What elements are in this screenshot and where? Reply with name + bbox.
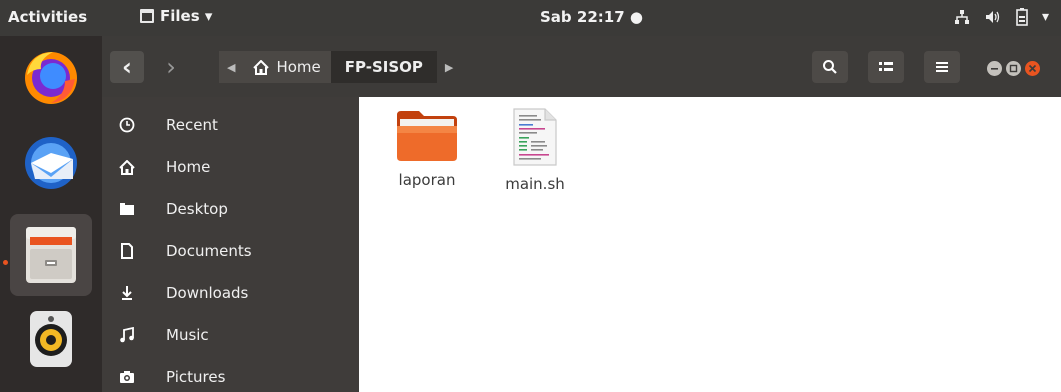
maximize-icon [1009, 64, 1018, 73]
path-current-label: FP-SISOP [344, 58, 423, 76]
path-scroll-left[interactable]: ◀ [219, 51, 244, 83]
activities-button[interactable]: Activities [8, 8, 87, 26]
sidebar-item-pictures[interactable]: Pictures [102, 356, 359, 392]
sidebar-item-label: Documents [166, 242, 252, 260]
path-home-label: Home [276, 58, 321, 76]
system-menu-arrow: ▾ [1041, 9, 1049, 25]
downloads-icon [102, 285, 152, 301]
home-icon [253, 59, 270, 75]
sidebar-item-music[interactable]: Music [102, 314, 359, 356]
file-item-script[interactable]: main.sh [485, 107, 585, 193]
close-button[interactable] [1025, 61, 1040, 76]
sidebar-item-label: Downloads [166, 284, 249, 302]
file-view[interactable]: laporan main.sh [359, 97, 1061, 392]
sidebar-item-downloads[interactable]: Downloads [102, 272, 359, 314]
files-app-icon [140, 9, 154, 23]
sidebar: Recent Home Desktop Documents Downloads … [102, 97, 359, 392]
path-home[interactable]: Home [243, 51, 331, 83]
back-button[interactable]: ‹ [110, 51, 144, 83]
search-icon [823, 60, 837, 74]
close-icon [1028, 64, 1037, 73]
sidebar-item-documents[interactable]: Documents [102, 230, 359, 272]
home-icon [102, 159, 152, 175]
sidebar-item-label: Music [166, 326, 209, 344]
sidebar-item-label: Home [166, 158, 211, 176]
view-toggle-button[interactable] [868, 51, 904, 83]
pictures-icon [102, 370, 152, 384]
forward-button[interactable]: › [154, 51, 188, 83]
maximize-button[interactable] [1006, 61, 1021, 76]
top-panel: Activities Files ▾ Sab 22:17 ● ▾ [0, 0, 1061, 36]
minimize-button[interactable] [987, 61, 1002, 76]
path-current[interactable]: FP-SISOP [330, 51, 437, 83]
back-icon: ‹ [122, 53, 132, 81]
desktop-icon [102, 202, 152, 216]
volume-icon [985, 11, 1000, 23]
file-item-folder[interactable]: laporan [377, 107, 477, 189]
dock [0, 36, 102, 392]
path-bar: ◀ Home FP-SISOP ▶ [219, 51, 461, 83]
folder-icon [397, 111, 457, 161]
sidebar-item-label: Recent [166, 116, 218, 134]
sidebar-item-desktop[interactable]: Desktop [102, 188, 359, 230]
file-name: main.sh [505, 175, 565, 193]
header-bar: ‹ › ◀ Home FP-SISOP ▶ [102, 36, 1061, 97]
running-indicator [3, 260, 8, 265]
file-name: laporan [398, 171, 456, 189]
sidebar-item-label: Pictures [166, 368, 226, 386]
dock-firefox[interactable] [16, 42, 86, 112]
path-scroll-right[interactable]: ▶ [437, 51, 461, 83]
forward-icon: › [166, 53, 176, 81]
network-icon [954, 10, 969, 24]
system-tray[interactable]: ▾ [954, 8, 1049, 26]
firefox-icon [25, 52, 77, 104]
sidebar-item-home[interactable]: Home [102, 146, 359, 188]
dock-files[interactable] [10, 214, 92, 296]
recent-icon [102, 117, 152, 133]
minimize-icon [991, 68, 998, 70]
files-icon [26, 227, 76, 283]
sidebar-item-recent[interactable]: Recent [102, 104, 359, 146]
music-icon [102, 327, 152, 343]
sidebar-item-label: Desktop [166, 200, 228, 218]
thunderbird-icon [25, 137, 77, 189]
dock-rhythmbox[interactable] [16, 304, 86, 374]
battery-icon [1016, 8, 1028, 26]
menu-button[interactable] [924, 51, 960, 83]
app-menu-label: Files ▾ [160, 7, 213, 25]
documents-icon [102, 243, 152, 259]
menu-icon [936, 62, 948, 72]
rhythmbox-icon [30, 311, 72, 367]
clock[interactable]: Sab 22:17 ● [540, 8, 643, 26]
app-menu[interactable]: Files ▾ [140, 7, 212, 25]
dock-thunderbird[interactable] [16, 128, 86, 198]
view-toggle-icon [879, 62, 893, 71]
search-button[interactable] [812, 51, 848, 83]
script-file-icon [513, 108, 557, 166]
